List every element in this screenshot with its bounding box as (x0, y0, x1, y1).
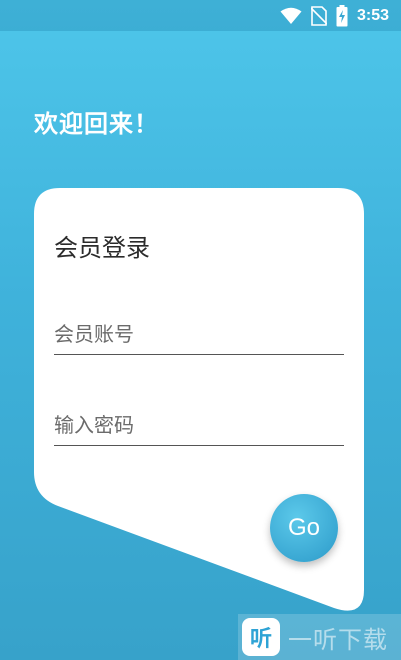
login-screen: 3:53 欢迎回来！ 会员登录 Go 听 一听下载 (0, 0, 401, 660)
card-title: 会员登录 (54, 234, 150, 262)
go-button[interactable]: Go (270, 494, 338, 562)
watermark: 听 一听下载 (238, 614, 401, 660)
wifi-icon (280, 7, 302, 25)
login-card: 会员登录 Go (34, 188, 364, 611)
watermark-text: 一听下载 (288, 625, 388, 654)
account-field (54, 314, 344, 355)
welcome-heading: 欢迎回来！ (34, 110, 159, 138)
status-icons: 3:53 (280, 4, 389, 28)
password-field (54, 405, 344, 446)
status-bar: 3:53 (0, 0, 401, 31)
status-time: 3:53 (356, 7, 389, 24)
no-sim-icon (310, 6, 327, 26)
account-input[interactable] (54, 314, 344, 354)
battery-charging-icon (336, 5, 348, 27)
watermark-logo: 听 (242, 618, 280, 656)
password-input[interactable] (54, 405, 344, 445)
